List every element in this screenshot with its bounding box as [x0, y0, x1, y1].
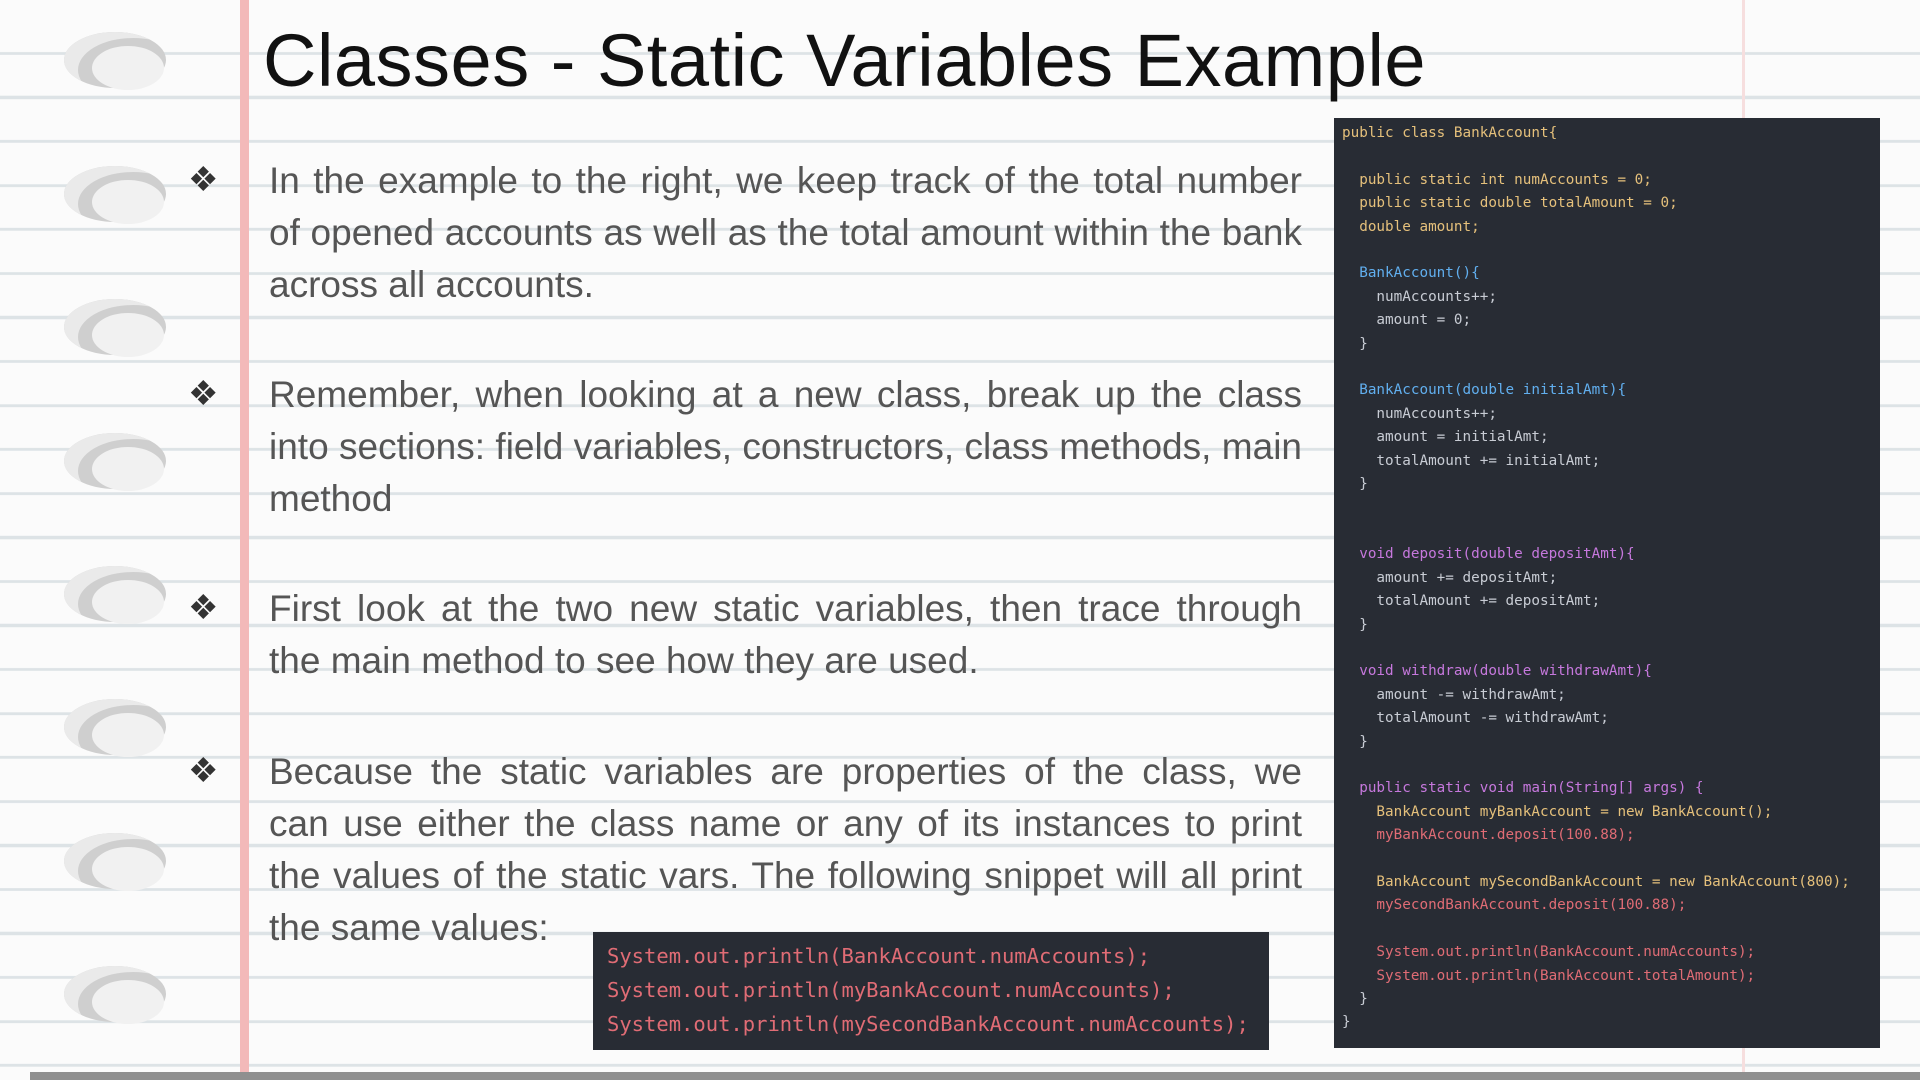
code-line: totalAmount += initialAmt; — [1342, 452, 1601, 469]
snippet-line: System.out.println(mySecondBankAccount.n… — [607, 1012, 1249, 1036]
paragraph-3: First look at the two new static variabl… — [269, 588, 1302, 681]
code-line: totalAmount -= withdrawAmt; — [1342, 710, 1609, 727]
snippet-line: System.out.println(BankAccount.numAccoun… — [607, 944, 1151, 968]
code-line: } — [1342, 335, 1368, 352]
code-line: } — [1342, 1014, 1351, 1031]
binder-hole-icon — [64, 699, 166, 757]
binder-hole-icon — [64, 299, 166, 357]
code-line: BankAccount myBankAccount = new BankAcco… — [1342, 803, 1773, 820]
slide-title: Classes - Static Variables Example — [263, 19, 1427, 102]
code-line: BankAccount mySecondBankAccount = new Ba… — [1342, 874, 1850, 890]
code-line: amount = 0; — [1342, 312, 1472, 329]
code-line: double amount; — [1342, 218, 1480, 235]
code-line: amount += depositAmt; — [1342, 569, 1558, 586]
code-line: numAccounts++; — [1342, 288, 1497, 305]
code-line: } — [1342, 616, 1368, 633]
red-margin-line — [240, 0, 249, 1080]
paragraph-1: In the example to the right, we keep tra… — [269, 160, 1302, 305]
code-line: myBankAccount.deposit(100.88); — [1342, 827, 1635, 844]
binder-hole-icon — [64, 833, 166, 891]
binder-hole-icon — [64, 966, 166, 1024]
binder-hole-icon — [64, 566, 166, 624]
code-line: amount = initialAmt; — [1342, 429, 1549, 446]
code-line: void deposit(double depositAmt){ — [1342, 546, 1635, 563]
snippet-line: System.out.println(myBankAccount.numAcco… — [607, 978, 1175, 1002]
code-line: public static int numAccounts = 0; — [1342, 171, 1652, 188]
code-line: public static void main(String[] args) { — [1342, 780, 1704, 797]
paragraph-4: Because the static variables are propert… — [269, 751, 1302, 948]
code-line: mySecondBankAccount.deposit(100.88); — [1342, 897, 1687, 914]
code-line: BankAccount(double initialAmt){ — [1342, 382, 1627, 399]
code-line: } — [1342, 476, 1368, 493]
code-line: System.out.println(BankAccount.totalAmou… — [1342, 967, 1756, 984]
code-line: amount -= withdrawAmt; — [1342, 686, 1566, 703]
code-line: numAccounts++; — [1342, 405, 1497, 422]
binder-hole-icon — [64, 32, 166, 90]
code-line: System.out.println(BankAccount.numAccoun… — [1342, 944, 1756, 961]
bullet-icon: ❖ — [188, 752, 219, 790]
paragraph-2: Remember, when looking at a new class, b… — [269, 374, 1302, 519]
code-line: } — [1342, 733, 1368, 750]
code-line: public static double totalAmount = 0; — [1342, 195, 1678, 212]
page-bottom-edge — [30, 1072, 1920, 1080]
bullet-icon: ❖ — [188, 161, 219, 199]
bullet-icon: ❖ — [188, 589, 219, 627]
code-line: totalAmount += depositAmt; — [1342, 593, 1601, 610]
code-panel-bankaccount: public class BankAccount{ public static … — [1334, 118, 1880, 1048]
bullet-icon: ❖ — [188, 375, 219, 413]
code-line: public class BankAccount{ — [1342, 125, 1558, 141]
code-line: BankAccount(){ — [1342, 265, 1480, 282]
code-line: } — [1342, 991, 1368, 1008]
code-line: void withdraw(double withdrawAmt){ — [1342, 663, 1652, 680]
binder-hole-icon — [64, 433, 166, 491]
binder-hole-icon — [64, 166, 166, 224]
print-snippet: System.out.println(BankAccount.numAccoun… — [593, 932, 1269, 1050]
